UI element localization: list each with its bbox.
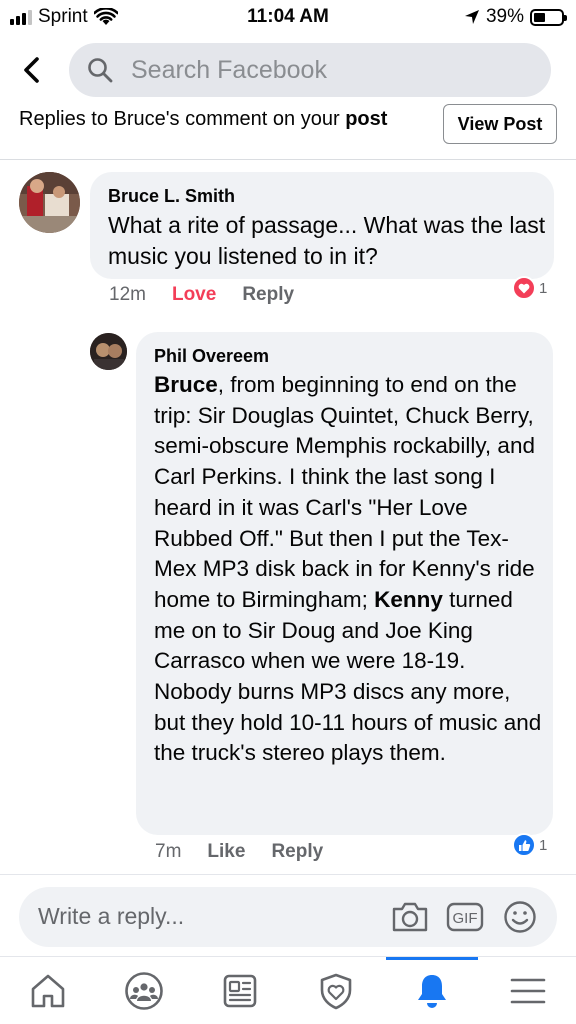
mention-kenny[interactable]: Kenny bbox=[374, 587, 443, 612]
menu-icon bbox=[510, 978, 546, 1004]
mention-bruce[interactable]: Bruce bbox=[154, 372, 218, 397]
comment-author[interactable]: Phil Overeem bbox=[154, 346, 269, 367]
status-bar: Sprint 11:04 AM 39% bbox=[0, 0, 576, 34]
avatar-bruce[interactable] bbox=[19, 172, 80, 233]
replies-bar: Replies to Bruce's comment on your post … bbox=[0, 104, 576, 160]
comment-author[interactable]: Bruce L. Smith bbox=[108, 186, 235, 207]
battery-icon bbox=[530, 8, 567, 26]
comment-meta-bruce: 12m Love Reply bbox=[109, 284, 320, 306]
groups-icon bbox=[125, 972, 163, 1010]
reaction-summary-phil[interactable]: 1 bbox=[512, 833, 547, 857]
view-post-button[interactable]: View Post bbox=[443, 104, 557, 144]
nav-menu[interactable] bbox=[480, 957, 576, 1024]
avatar-phil[interactable] bbox=[90, 333, 127, 370]
comment-text: What a rite of passage... What was the l… bbox=[108, 212, 546, 269]
comment-bubble-bruce[interactable]: Bruce L. Smith What a rite of passage...… bbox=[90, 172, 554, 279]
comment-time: 7m bbox=[155, 841, 182, 862]
news-icon bbox=[223, 974, 257, 1008]
nav-home[interactable] bbox=[0, 957, 96, 1024]
search-placeholder: Search Facebook bbox=[131, 55, 327, 84]
back-arrow-icon bbox=[24, 57, 39, 83]
comment-bubble-phil[interactable]: Phil Overeem Bruce, from beginning to en… bbox=[136, 332, 553, 835]
location-arrow-icon bbox=[464, 10, 479, 24]
comment-text: Bruce, from beginning to end on the trip… bbox=[154, 370, 544, 769]
comment-text-part: , from beginning to end on the trip: Sir… bbox=[154, 372, 535, 612]
emoji-icon[interactable] bbox=[501, 899, 539, 935]
gif-label: GIF bbox=[453, 910, 478, 927]
reply-button[interactable]: Reply bbox=[242, 284, 294, 306]
thumbs-up-icon bbox=[512, 833, 536, 857]
like-button[interactable]: Like bbox=[207, 841, 245, 863]
battery-percent: 39% bbox=[485, 6, 524, 27]
bottom-nav bbox=[0, 956, 576, 1024]
status-right: 39% bbox=[464, 6, 567, 28]
search-icon bbox=[87, 56, 115, 84]
gif-icon[interactable]: GIF bbox=[446, 899, 484, 935]
reaction-count: 1 bbox=[539, 279, 548, 297]
nav-news[interactable] bbox=[192, 957, 288, 1024]
replies-context-post[interactable]: post bbox=[345, 108, 387, 130]
home-icon bbox=[31, 974, 65, 1008]
reply-composer-area: Write a reply... GIF bbox=[0, 874, 576, 956]
nav-groups[interactable] bbox=[96, 957, 192, 1024]
back-button[interactable] bbox=[14, 52, 48, 88]
shield-heart-icon bbox=[320, 973, 352, 1010]
nav-shield[interactable] bbox=[288, 957, 384, 1024]
reply-button[interactable]: Reply bbox=[271, 841, 323, 863]
reaction-summary-bruce[interactable]: 1 bbox=[512, 276, 547, 300]
camera-icon[interactable] bbox=[391, 899, 429, 935]
search-input[interactable]: Search Facebook bbox=[69, 43, 551, 97]
replies-context: Replies to Bruce's comment on your post bbox=[19, 108, 387, 131]
heart-icon bbox=[512, 276, 536, 300]
comment-meta-phil: 7m Like Reply bbox=[155, 841, 349, 863]
reaction-count: 1 bbox=[539, 836, 548, 854]
nav-notifications[interactable] bbox=[384, 957, 480, 1024]
love-button[interactable]: Love bbox=[172, 284, 216, 306]
comment-time: 12m bbox=[109, 284, 146, 305]
search-header: Search Facebook bbox=[0, 38, 576, 102]
comment-text-part: turned me on to Sir Doug and Joe King Ca… bbox=[154, 586, 542, 766]
reply-input[interactable]: Write a reply... GIF bbox=[19, 887, 557, 947]
bell-icon bbox=[418, 975, 446, 1008]
replies-context-text: Replies to Bruce's comment on your bbox=[19, 108, 346, 130]
reply-placeholder: Write a reply... bbox=[38, 903, 185, 929]
